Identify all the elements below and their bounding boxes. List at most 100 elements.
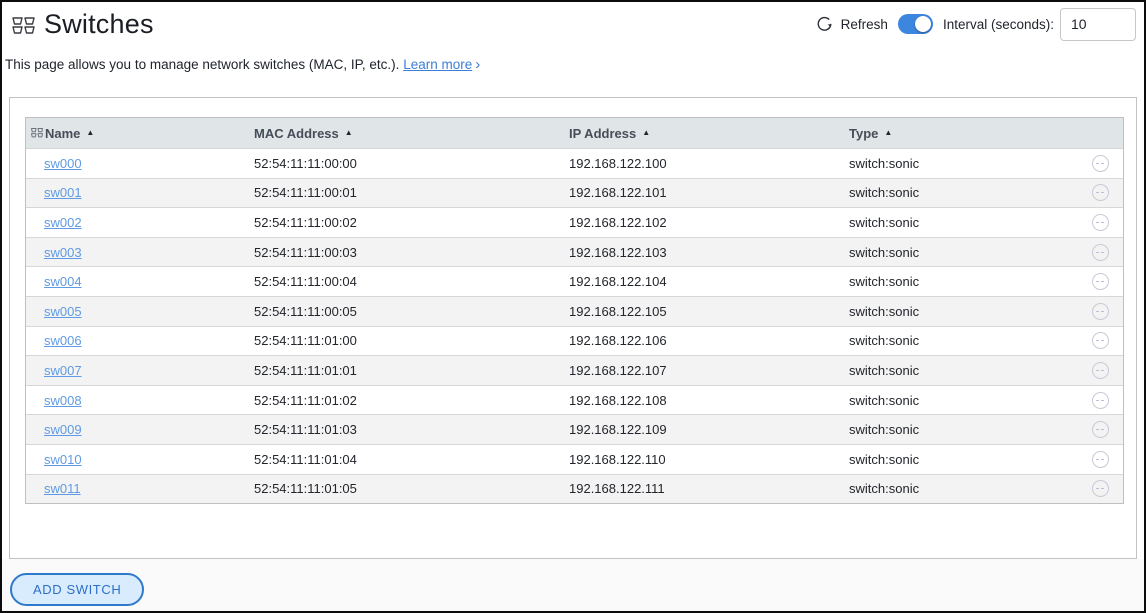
cell-mac-address: 52:54:11:11:00:05 <box>254 304 569 319</box>
table-row: sw006 52:54:11:11:01:00 192.168.122.106 … <box>26 326 1123 356</box>
cell-actions <box>1077 273 1123 290</box>
switches-grid-mini-icon <box>31 128 43 138</box>
description-text: This page allows you to manage network s… <box>5 57 399 72</box>
remove-circle-icon[interactable] <box>1092 451 1109 468</box>
minus-dash <box>1096 400 1104 401</box>
cell-name: sw004 <box>26 274 254 289</box>
cell-name: sw005 <box>26 304 254 319</box>
switch-name-link[interactable]: sw000 <box>44 156 82 171</box>
cell-type: switch:sonic <box>849 304 1077 319</box>
column-header-mac[interactable]: MAC Address ▲ <box>254 126 569 141</box>
switch-name-link[interactable]: sw011 <box>44 481 81 496</box>
cell-ip-address: 192.168.122.100 <box>569 156 849 171</box>
column-label: Name <box>45 126 80 141</box>
remove-circle-icon[interactable] <box>1092 480 1109 497</box>
remove-circle-icon[interactable] <box>1092 155 1109 172</box>
cell-ip-address: 192.168.122.102 <box>569 215 849 230</box>
remove-circle-icon[interactable] <box>1092 184 1109 201</box>
cell-type: switch:sonic <box>849 452 1077 467</box>
cell-type: switch:sonic <box>849 245 1077 260</box>
cell-name: sw009 <box>26 422 254 437</box>
remove-circle-icon[interactable] <box>1092 244 1109 261</box>
switch-name-link[interactable]: sw006 <box>44 333 82 348</box>
cell-mac-address: 52:54:11:11:01:05 <box>254 481 569 496</box>
switch-name-link[interactable]: sw004 <box>44 274 82 289</box>
add-switch-button[interactable]: ADD SWITCH <box>10 573 144 606</box>
cell-mac-address: 52:54:11:11:01:00 <box>254 333 569 348</box>
switch-name-link[interactable]: sw001 <box>44 185 82 200</box>
switch-name-link[interactable]: sw003 <box>44 245 82 260</box>
remove-circle-icon[interactable] <box>1092 273 1109 290</box>
cell-actions <box>1077 303 1123 320</box>
refresh-label: Refresh <box>841 17 888 32</box>
cell-ip-address: 192.168.122.106 <box>569 333 849 348</box>
cell-ip-address: 192.168.122.107 <box>569 363 849 378</box>
remove-circle-icon[interactable] <box>1092 332 1109 349</box>
switch-name-link[interactable]: sw002 <box>44 215 82 230</box>
sort-asc-icon: ▲ <box>642 129 650 137</box>
table-row: sw003 52:54:11:11:00:03 192.168.122.103 … <box>26 237 1123 267</box>
remove-circle-icon[interactable] <box>1092 214 1109 231</box>
cell-ip-address: 192.168.122.110 <box>569 452 849 467</box>
interval-input[interactable] <box>1060 8 1136 41</box>
remove-circle-icon[interactable] <box>1092 303 1109 320</box>
minus-dash <box>1096 222 1104 223</box>
topbar: Switches Refresh Interval (seconds): <box>2 2 1144 46</box>
remove-circle-icon[interactable] <box>1092 362 1109 379</box>
cell-type: switch:sonic <box>849 274 1077 289</box>
remove-circle-icon[interactable] <box>1092 392 1109 409</box>
cell-name: sw007 <box>26 363 254 378</box>
cell-mac-address: 52:54:11:11:00:02 <box>254 215 569 230</box>
cell-mac-address: 52:54:11:11:01:02 <box>254 393 569 408</box>
table-row: sw000 52:54:11:11:00:00 192.168.122.100 … <box>26 148 1123 178</box>
cell-actions <box>1077 244 1123 261</box>
switch-name-link[interactable]: sw007 <box>44 363 82 378</box>
cell-actions <box>1077 184 1123 201</box>
refresh-circular-arrow-icon[interactable] <box>816 16 833 33</box>
column-header-type[interactable]: Type ▲ <box>849 126 1077 141</box>
switch-name-link[interactable]: sw005 <box>44 304 82 319</box>
sort-asc-icon: ▲ <box>884 129 892 137</box>
minus-dash <box>1096 311 1104 312</box>
switch-name-link[interactable]: sw009 <box>44 422 82 437</box>
cell-ip-address: 192.168.122.103 <box>569 245 849 260</box>
remove-circle-icon[interactable] <box>1092 421 1109 438</box>
switch-name-link[interactable]: sw008 <box>44 393 82 408</box>
refresh-toggle[interactable] <box>898 14 933 34</box>
column-header-name[interactable]: Name ▲ <box>26 126 254 141</box>
cell-type: switch:sonic <box>849 393 1077 408</box>
minus-dash <box>1096 281 1104 282</box>
learn-more-link[interactable]: Learn more <box>403 57 472 72</box>
cell-ip-address: 192.168.122.111 <box>569 481 849 496</box>
table-row: sw004 52:54:11:11:00:04 192.168.122.104 … <box>26 266 1123 296</box>
column-header-ip[interactable]: IP Address ▲ <box>569 126 849 141</box>
page-description: This page allows you to manage network s… <box>5 56 480 73</box>
table-row: sw008 52:54:11:11:01:02 192.168.122.108 … <box>26 385 1123 415</box>
cell-ip-address: 192.168.122.104 <box>569 274 849 289</box>
cell-actions <box>1077 332 1123 349</box>
cell-mac-address: 52:54:11:11:01:03 <box>254 422 569 437</box>
cell-actions <box>1077 362 1123 379</box>
switch-name-link[interactable]: sw010 <box>44 452 82 467</box>
cell-mac-address: 52:54:11:11:01:04 <box>254 452 569 467</box>
chevron-right-icon: › <box>475 56 480 73</box>
switches-card: Name ▲ MAC Address ▲ IP Address ▲ Type ▲ <box>9 97 1137 559</box>
table-row: sw009 52:54:11:11:01:03 192.168.122.109 … <box>26 414 1123 444</box>
minus-dash <box>1096 429 1104 430</box>
cell-actions <box>1077 155 1123 172</box>
cell-ip-address: 192.168.122.108 <box>569 393 849 408</box>
cell-type: switch:sonic <box>849 185 1077 200</box>
cell-actions <box>1077 421 1123 438</box>
page-title-wrap: Switches <box>12 9 154 40</box>
minus-dash <box>1096 252 1104 253</box>
minus-dash <box>1096 340 1104 341</box>
switches-grid-icon <box>12 17 35 34</box>
cell-actions <box>1077 451 1123 468</box>
table-row: sw011 52:54:11:11:01:05 192.168.122.111 … <box>26 474 1123 504</box>
switches-table: Name ▲ MAC Address ▲ IP Address ▲ Type ▲ <box>25 117 1124 504</box>
cell-name: sw000 <box>26 156 254 171</box>
cell-type: switch:sonic <box>849 481 1077 496</box>
cell-type: switch:sonic <box>849 215 1077 230</box>
cell-ip-address: 192.168.122.101 <box>569 185 849 200</box>
cell-mac-address: 52:54:11:11:00:00 <box>254 156 569 171</box>
